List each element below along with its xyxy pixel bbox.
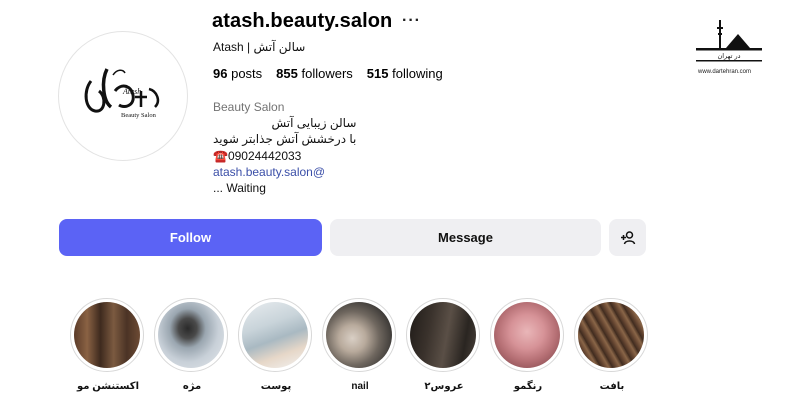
highlight-eyelash[interactable]: مژه	[154, 298, 230, 392]
highlight-hair-color[interactable]: رنگمو	[490, 298, 566, 392]
add-person-icon	[620, 230, 635, 244]
highlight-bride[interactable]: عروس۲	[406, 298, 482, 392]
profile-bio: Beauty Salon سالن زیبایی آتش با درخشش آت…	[213, 99, 356, 196]
highlight-label: بافت	[599, 381, 625, 392]
highlight-label: مژه	[182, 381, 202, 392]
tehran-tower-logo: در تهران	[696, 20, 762, 62]
skin-care-photo	[242, 302, 308, 368]
profile-username: atash.beauty.salon	[212, 10, 393, 32]
followers-label: followers	[301, 66, 353, 81]
profile-stats: 96 posts 855 followers 515 following	[213, 66, 443, 81]
highlight-label: عروس۲	[424, 381, 464, 392]
posts-count: 96	[213, 66, 228, 81]
eyelash-photo	[158, 302, 224, 368]
add-user-button[interactable]	[609, 219, 646, 256]
salon-logo: Atash Beauty Salon	[84, 68, 160, 119]
bio-link[interactable]: atash.beauty.salon@	[213, 164, 356, 180]
svg-text:Atash: Atash	[122, 87, 141, 96]
svg-text:Beauty Salon: Beauty Salon	[121, 112, 157, 119]
bio-line-1: سالن زیبایی آتش	[271, 116, 357, 131]
braid-photo	[578, 302, 644, 368]
highlight-label: پوست	[260, 381, 292, 392]
follow-button[interactable]: Follow	[59, 219, 322, 256]
highlight-label: رنگمو	[513, 381, 543, 392]
highlight-hair-extension[interactable]: اکستنشن مو	[70, 298, 146, 392]
following-stat[interactable]: 515 following	[367, 66, 443, 81]
highlight-label: nail	[351, 381, 369, 392]
hair-extension-photo	[74, 302, 140, 368]
posts-stat[interactable]: 96 posts	[213, 66, 262, 81]
highlight-label: اکستنشن مو	[77, 381, 139, 392]
hair-color-photo	[494, 302, 560, 368]
posts-label: posts	[231, 66, 263, 81]
followers-count: 855	[276, 66, 298, 81]
following-label: following	[392, 66, 443, 81]
profile-avatar[interactable]: Atash Beauty Salon	[58, 31, 188, 161]
story-highlights: اکستنشن مو مژه پوست nail عروس۲ رنگمو باف…	[70, 298, 650, 398]
message-button[interactable]: Message	[330, 219, 601, 256]
highlight-nail[interactable]: nail	[322, 298, 398, 392]
dartehran-watermark: در تهران www.dartehran.com	[690, 14, 770, 80]
bio-category: Beauty Salon	[213, 100, 285, 114]
highlight-skin[interactable]: پوست	[238, 298, 314, 392]
highlight-braid[interactable]: بافت	[574, 298, 650, 392]
bio-line-2: با درخشش آتش جذابتر شوید	[213, 132, 357, 147]
bride-photo	[410, 302, 476, 368]
bio-waiting: ... Waiting	[213, 181, 266, 196]
following-count: 515	[366, 66, 389, 81]
profile-full-name: Atash | سالن آتش	[213, 40, 306, 54]
svg-text:در تهران: در تهران	[717, 52, 740, 60]
watermark-url: www.dartehran.com	[698, 69, 752, 75]
more-options-icon[interactable]: ···	[402, 12, 421, 30]
nail-photo	[326, 302, 392, 368]
followers-stat[interactable]: 855 followers	[276, 66, 353, 81]
bio-phone: ☎️09024442033	[213, 148, 302, 163]
